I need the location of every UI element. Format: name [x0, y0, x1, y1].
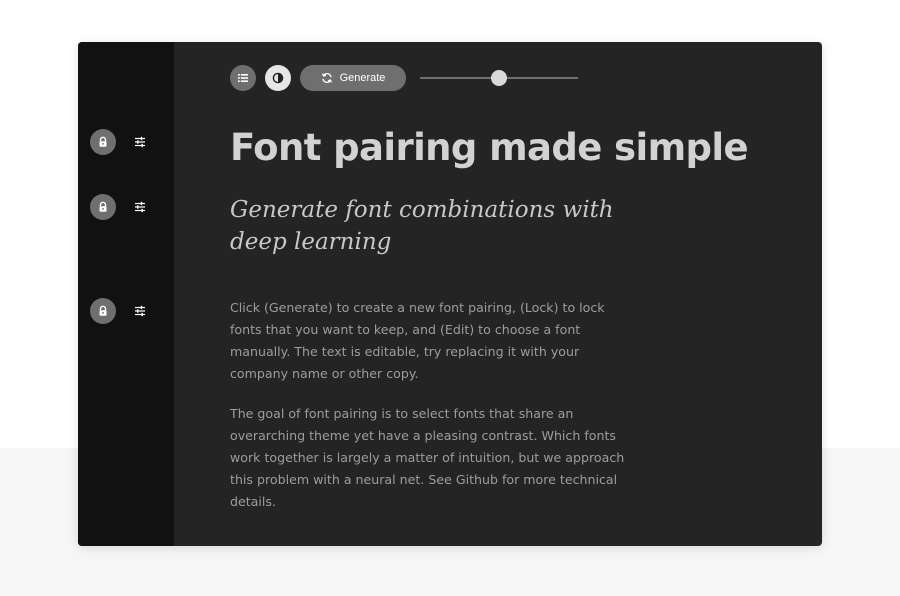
list-button[interactable] [230, 65, 256, 91]
contrast-icon [272, 72, 284, 84]
main-content: Generate Font pairing made simple Genera… [174, 42, 822, 546]
sliders-icon [135, 136, 145, 148]
toolbar: Generate [230, 65, 590, 91]
edit-button-body[interactable] [130, 301, 150, 321]
generate-button[interactable]: Generate [300, 65, 406, 91]
sidebar-row-headline [90, 129, 160, 155]
sliders-icon [135, 305, 145, 317]
sidebar [78, 42, 174, 546]
lock-icon [99, 136, 107, 147]
refresh-icon [321, 73, 332, 83]
lock-button-headline[interactable] [90, 129, 116, 155]
lock-button-subhead[interactable] [90, 194, 116, 220]
edit-button-subhead[interactable] [130, 197, 150, 217]
slider[interactable] [420, 65, 578, 91]
sidebar-row-subhead [90, 194, 160, 220]
sidebar-row-body [90, 298, 160, 324]
subheadline-text[interactable]: Generate font combinations with deep lea… [230, 194, 660, 258]
slider-thumb[interactable] [491, 70, 507, 86]
body-paragraph-2[interactable]: The goal of font pairing is to select fo… [230, 403, 640, 513]
lock-button-body[interactable] [90, 298, 116, 324]
edit-button-headline[interactable] [130, 132, 150, 152]
lock-icon [99, 201, 107, 212]
lock-icon [99, 305, 107, 316]
generate-button-label: Generate [339, 72, 386, 84]
theme-toggle-button[interactable] [265, 65, 291, 91]
headline-text[interactable]: Font pairing made simple [230, 126, 749, 169]
sliders-icon [135, 201, 145, 213]
list-icon [238, 74, 248, 82]
app-window: Generate Font pairing made simple Genera… [78, 42, 822, 546]
body-paragraph-1[interactable]: Click (Generate) to create a new font pa… [230, 297, 640, 385]
